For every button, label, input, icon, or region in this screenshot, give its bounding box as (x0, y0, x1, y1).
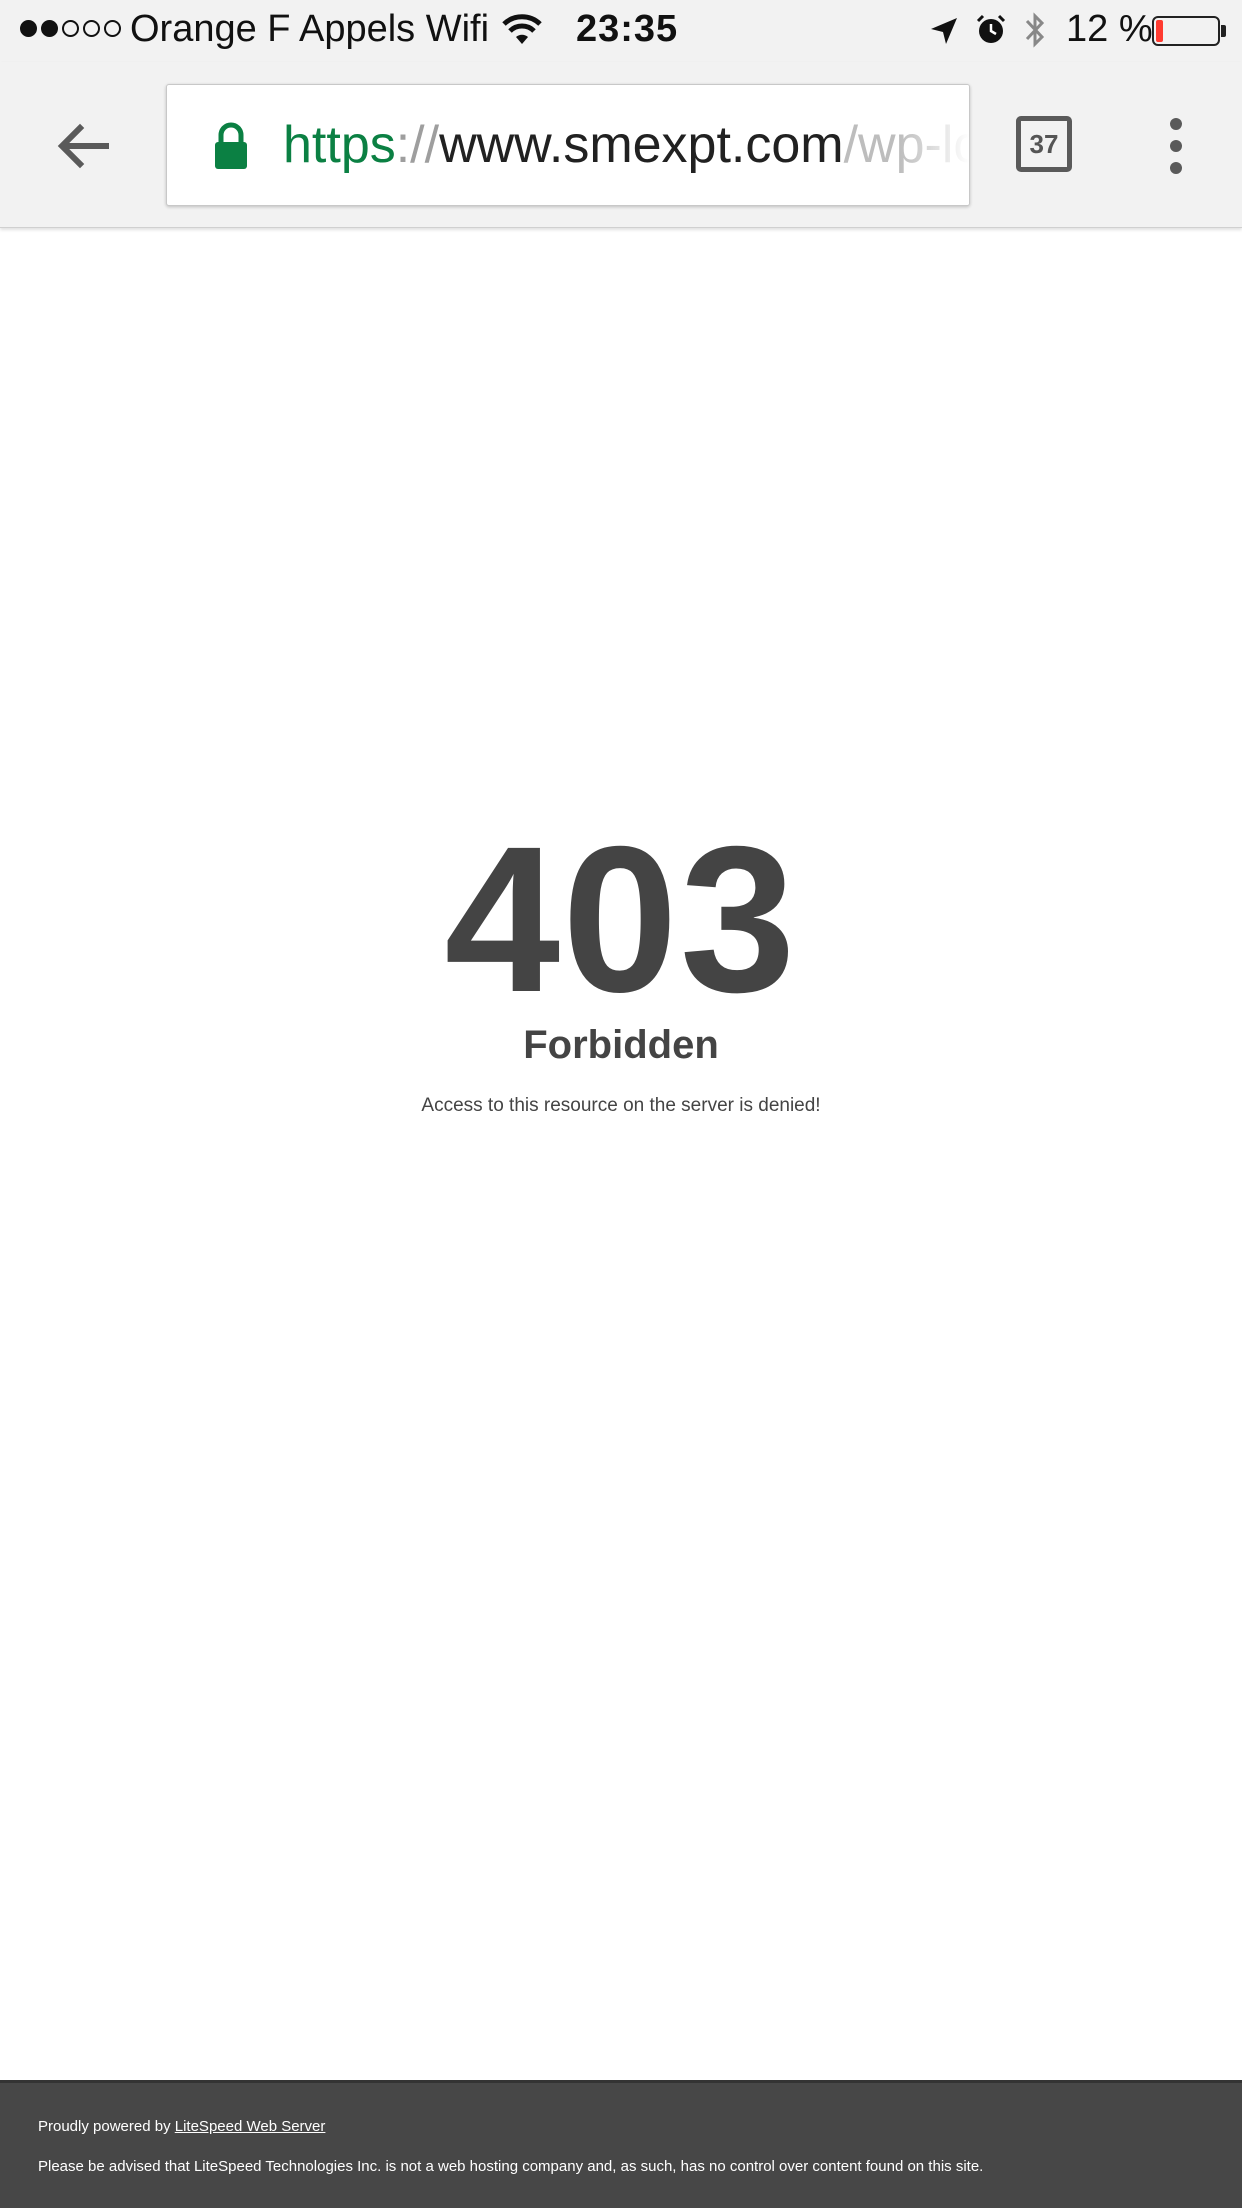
lock-icon[interactable] (211, 121, 251, 171)
url-scheme: https (283, 116, 396, 174)
page-footer: Proudly powered by LiteSpeed Web Server … (0, 2080, 1242, 2208)
powered-by-line: Proudly powered by LiteSpeed Web Server (38, 2118, 325, 2135)
address-bar[interactable]: https://www.smexpt.com/wp-lo (166, 84, 970, 206)
url-separator: :// (395, 116, 440, 174)
signal-dot (20, 20, 37, 37)
status-bar: Orange F Appels Wifi 23:35 12 % (0, 0, 1242, 62)
error-code: 403 (444, 804, 798, 1036)
error-title: Forbidden (523, 1023, 719, 1067)
battery-percentage: 12 % (1066, 8, 1153, 50)
battery-tip (1221, 25, 1226, 37)
error-message: Access to this resource on the server is… (421, 1095, 821, 1116)
back-arrow-icon[interactable] (52, 114, 116, 178)
location-arrow-icon (931, 18, 957, 44)
url-host: www.smexpt.com (439, 116, 844, 174)
url-fade (899, 85, 969, 205)
url-text[interactable]: https://www.smexpt.com/wp-lo (283, 115, 969, 175)
battery-icon (1152, 16, 1220, 46)
carrier-name: Orange F Appels Wifi (130, 8, 490, 50)
powered-by-text: Proudly powered by (38, 2118, 175, 2135)
tabs-icon[interactable]: 37 (1016, 116, 1072, 172)
signal-dot (41, 20, 58, 37)
tab-count: 37 (1029, 128, 1059, 159)
bluetooth-icon (1025, 12, 1045, 48)
battery-level-fill (1156, 20, 1163, 42)
signal-dot (83, 20, 100, 37)
status-time: 23:35 (576, 8, 679, 50)
overflow-menu-icon[interactable] (1160, 116, 1192, 176)
alarm-clock-icon (976, 14, 1006, 43)
footer-disclaimer: Please be advised that LiteSpeed Technol… (38, 2158, 984, 2175)
signal-dot (62, 20, 79, 37)
cellular-signal-icon (20, 20, 121, 37)
browser-toolbar: https://www.smexpt.com/wp-lo 37 (0, 62, 1242, 228)
litespeed-link[interactable]: LiteSpeed Web Server (175, 2118, 326, 2135)
wifi-icon (502, 14, 542, 44)
signal-dot (104, 20, 121, 37)
